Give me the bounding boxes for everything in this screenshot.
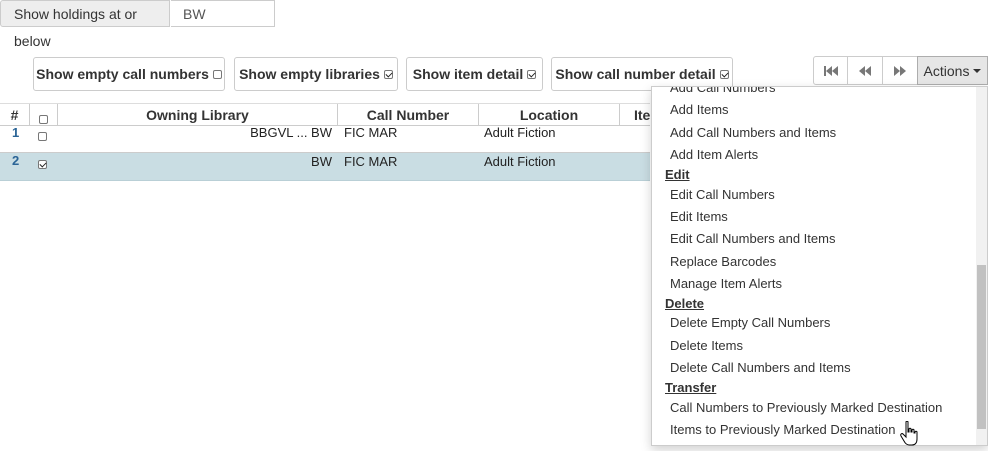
menu-item-delete-call-numbers-and-items[interactable]: Delete Call Numbers and Items bbox=[670, 360, 851, 375]
toggle-label: Show empty libraries bbox=[239, 66, 380, 82]
previous-page-button[interactable] bbox=[847, 56, 883, 85]
next-page-icon bbox=[893, 65, 906, 76]
column-header-owning-library[interactable]: Owning Library bbox=[58, 104, 338, 126]
menu-item-edit-call-numbers-and-items[interactable]: Edit Call Numbers and Items bbox=[670, 231, 835, 246]
column-header-select[interactable] bbox=[30, 104, 58, 126]
row-select-checkbox[interactable] bbox=[38, 156, 47, 171]
actions-dropdown-menu: Add Call Numbers Add Items Add Call Numb… bbox=[651, 86, 988, 446]
show-item-detail-toggle[interactable]: Show item detail bbox=[406, 57, 543, 91]
toggle-label: Show call number detail bbox=[555, 66, 716, 82]
column-header-location[interactable]: Location bbox=[479, 104, 620, 126]
table-row[interactable]: 1 BBGVL ... BW FIC MAR Adult Fiction bbox=[0, 125, 650, 153]
show-item-detail-checkbox[interactable] bbox=[527, 69, 537, 79]
actions-dropdown-button[interactable]: Actions bbox=[917, 56, 988, 85]
show-empty-libraries-toggle[interactable]: Show empty libraries bbox=[234, 57, 398, 91]
menu-item-manage-item-alerts[interactable]: Manage Item Alerts bbox=[670, 276, 782, 291]
menu-item-delete-items[interactable]: Delete Items bbox=[670, 338, 743, 353]
owning-library-cell: BBGVL ... BW bbox=[250, 125, 332, 140]
menu-item-add-call-numbers[interactable]: Add Call Numbers bbox=[670, 87, 776, 95]
menu-item-edit-items[interactable]: Edit Items bbox=[670, 209, 728, 224]
menu-header-edit: Edit bbox=[665, 167, 690, 182]
menu-header-transfer: Transfer bbox=[665, 380, 717, 395]
show-empty-call-numbers-checkbox[interactable] bbox=[212, 69, 222, 79]
show-empty-libraries-checkbox[interactable] bbox=[383, 69, 393, 79]
menu-item-add-call-numbers-and-items[interactable]: Add Call Numbers and Items bbox=[670, 125, 836, 140]
show-empty-call-numbers-toggle[interactable]: Show empty call numbers bbox=[33, 57, 225, 91]
previous-page-icon bbox=[858, 65, 871, 76]
menu-scrollbar[interactable] bbox=[976, 87, 987, 445]
actions-label: Actions bbox=[923, 62, 970, 79]
grid-header: # Owning Library Call Number Location It… bbox=[0, 103, 663, 126]
column-header-number[interactable]: # bbox=[0, 104, 30, 126]
owning-library-cell: BW bbox=[311, 154, 332, 169]
call-number-cell: FIC MAR bbox=[344, 125, 398, 140]
menu-item-transfer-call-numbers[interactable]: Call Numbers to Previously Marked Destin… bbox=[670, 400, 942, 415]
row-number: 2 bbox=[12, 153, 20, 168]
menu-scrollbar-thumb[interactable] bbox=[977, 265, 986, 429]
select-all-checkbox[interactable] bbox=[39, 114, 48, 124]
holdings-filter-input[interactable]: BW bbox=[171, 0, 275, 27]
menu-header-delete: Delete bbox=[665, 296, 705, 311]
holdings-filter-label: Show holdings at or below bbox=[0, 0, 170, 49]
menu-item-delete-empty-call-numbers[interactable]: Delete Empty Call Numbers bbox=[670, 315, 830, 330]
first-page-button[interactable] bbox=[813, 56, 848, 85]
menu-item-edit-call-numbers[interactable]: Edit Call Numbers bbox=[670, 187, 775, 202]
column-header-call-number[interactable]: Call Number bbox=[338, 104, 479, 126]
menu-item-add-item-alerts[interactable]: Add Item Alerts bbox=[670, 147, 758, 162]
table-row-selected[interactable]: 2 BW FIC MAR Adult Fiction bbox=[0, 153, 650, 181]
hand-cursor-icon bbox=[900, 421, 918, 446]
row-number: 1 bbox=[12, 125, 20, 140]
location-cell: Adult Fiction bbox=[484, 125, 556, 140]
show-call-number-detail-checkbox[interactable] bbox=[719, 69, 729, 79]
menu-item-transfer-items[interactable]: Items to Previously Marked Destination bbox=[670, 422, 895, 437]
toggle-label: Show empty call numbers bbox=[36, 66, 209, 82]
call-number-cell: FIC MAR bbox=[344, 154, 398, 169]
next-page-button[interactable] bbox=[882, 56, 918, 85]
toggle-label: Show item detail bbox=[412, 66, 524, 82]
menu-item-replace-barcodes[interactable]: Replace Barcodes bbox=[670, 254, 776, 269]
location-cell: Adult Fiction bbox=[484, 154, 556, 169]
menu-item-add-items[interactable]: Add Items bbox=[670, 102, 729, 117]
row-select-checkbox[interactable] bbox=[38, 128, 47, 143]
first-page-icon bbox=[823, 65, 838, 76]
caret-down-icon bbox=[973, 68, 982, 73]
